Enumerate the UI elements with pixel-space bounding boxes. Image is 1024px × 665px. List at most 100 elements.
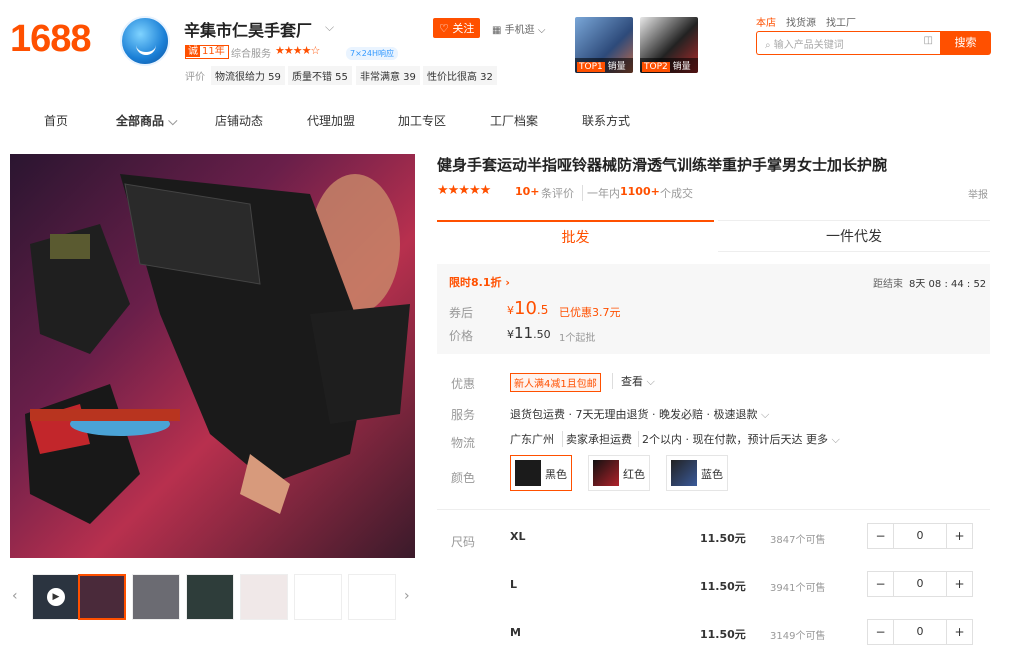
increment-button[interactable]: + [946,572,972,596]
link-this-shop[interactable]: 本店 [756,14,776,29]
offers-label: 优惠 [451,377,476,391]
review-count[interactable]: 10+ [515,185,540,198]
trust-icon: 诚 [186,46,200,57]
moq-text: 1个起批 [559,333,596,344]
swatch-image [671,460,697,486]
image-thumbnail[interactable] [348,574,396,620]
video-thumbnail[interactable]: ▶ [32,574,80,620]
top-product-thumb[interactable]: TOP2 销量 [640,17,698,73]
color-label: 颜色 [451,471,476,485]
year-sales: 1100+ [620,185,660,198]
image-thumbnail[interactable] [132,574,180,620]
decrement-button[interactable]: − [868,620,894,644]
decrement-button[interactable]: − [868,572,894,596]
coupon-price: ¥10.5 [507,298,549,319]
coupon-label: 券后 [449,306,474,320]
evaluation-label: 评价 [185,72,205,83]
thumbnail-strip: ‹ ▶ › [10,572,415,622]
deals-label: 个成交 [660,187,693,200]
decrement-button[interactable]: − [868,524,894,548]
color-option-red[interactable]: 红色 [588,455,650,491]
search-input[interactable]: ⌕ 输入产品关键词 ◫ [756,31,941,55]
evaluation-tag[interactable]: 质量不错 55 [288,66,352,85]
nav-home[interactable]: 首页 [44,112,68,129]
camera-icon[interactable]: ◫ [924,35,933,46]
promo-label[interactable]: 限时8.1折 › [449,274,510,290]
size-stock: 3847个可售 [770,535,826,546]
link-find-factory[interactable]: 找工厂 [826,14,856,29]
chevron-down-icon: ⌵ [168,114,178,128]
heart-icon: ♡ [439,22,449,35]
swatch-image [515,460,541,486]
quantity-stepper: − 0 + [867,619,973,645]
search-icon: ⌕ [765,40,771,51]
coupon-tag[interactable]: 新人满4减1且包邮 [510,373,601,392]
link-find-source[interactable]: 找货源 [786,14,816,29]
countdown-timer: 8天 08 : 44 : 52 [909,279,987,290]
countdown-label: 距结束 [873,279,903,290]
image-thumbnail[interactable] [78,574,126,620]
swatch-image [593,460,619,486]
delivery-estimate: 2个以内 · 现在付款，预计后天达 [638,431,803,447]
unit-price: ¥11.50 [507,324,551,342]
chevron-down-icon: ⌵ [831,433,840,446]
tab-wholesale[interactable]: 批发 [437,220,714,252]
size-name: L [510,578,518,591]
site-logo[interactable]: 1688 [10,18,92,61]
price-label: 价格 [449,329,474,343]
quantity-input[interactable]: 0 [894,572,946,596]
nav-factory-profile[interactable]: 工厂档案 [490,112,538,129]
discount-text: 已优惠3.7元 [559,306,621,319]
chevron-right-icon[interactable]: › [404,588,410,604]
report-link[interactable]: 举报 [968,186,988,201]
shipping-fee: 卖家承担运费 [562,431,632,447]
nav-shop-news[interactable]: 店铺动态 [215,112,263,129]
follow-button[interactable]: ♡ 关注 [433,18,481,38]
search-button[interactable]: 搜索 [940,31,991,55]
price-panel: 限时8.1折 › 距结束 8天 08 : 44 : 52 券后 ¥10.5 已优… [437,264,990,354]
evaluation-tag[interactable]: 非常满意 39 [356,66,420,85]
service-response-badge: 7×24H响应 [346,47,398,60]
review-label: 条评价 [541,187,574,200]
shop-avatar[interactable] [120,16,170,66]
top-product-thumb[interactable]: TOP1 销量 [575,17,633,73]
nav-processing[interactable]: 加工专区 [398,112,446,129]
image-thumbnail[interactable] [294,574,342,620]
nav-agency[interactable]: 代理加盟 [307,112,355,129]
increment-button[interactable]: + [946,524,972,548]
increment-button[interactable]: + [946,620,972,644]
ship-from: 广东广州 [510,433,554,446]
chevron-left-icon[interactable]: ‹ [12,588,18,604]
shop-rating-stars: ★★★★☆ [275,44,320,57]
color-option-blue[interactable]: 蓝色 [666,455,728,491]
product-rating-stars: ★★★★★ [437,183,491,198]
size-price: 11.50元 [700,628,746,641]
shop-years-badge: 诚 11年 [185,45,229,59]
main-product-image[interactable] [10,154,415,558]
view-offers-link[interactable]: 查看 ⌵ [612,373,655,389]
evaluation-tag[interactable]: 物流很给力 59 [211,66,285,85]
mobile-link[interactable]: ▦ 手机逛 ⌵ [492,21,545,36]
image-thumbnail[interactable] [186,574,234,620]
tab-dropship[interactable]: 一件代发 [718,220,990,252]
quantity-input[interactable]: 0 [894,620,946,644]
grid-icon: ▦ [492,25,502,36]
size-stock: 3941个可售 [770,583,826,594]
evaluation-tag[interactable]: 性价比很高 32 [423,66,497,85]
nav-contact[interactable]: 联系方式 [582,112,630,129]
nav-all-products[interactable]: 全部商品 ⌵ [116,112,177,129]
image-thumbnail[interactable] [240,574,288,620]
divider [437,509,990,510]
size-name: XL [510,530,526,543]
logistics-more[interactable]: 更多 ⌵ [806,431,840,447]
service-text[interactable]: 退货包运费 · 7天无理由退货 · 晚发必赔 · 极速退款 ⌵ [510,406,769,422]
quantity-input[interactable]: 0 [894,524,946,548]
size-price: 11.50元 [700,580,746,593]
size-name: M [510,626,521,639]
shop-name[interactable]: 辛集市仁昊手套厂 [184,17,312,41]
color-option-black[interactable]: 黑色 [510,455,572,491]
chevron-down-icon[interactable]: ⌵ [325,20,334,35]
logistics-label: 物流 [451,436,476,450]
quantity-stepper: − 0 + [867,571,973,597]
year-label: 一年内 [582,185,620,201]
